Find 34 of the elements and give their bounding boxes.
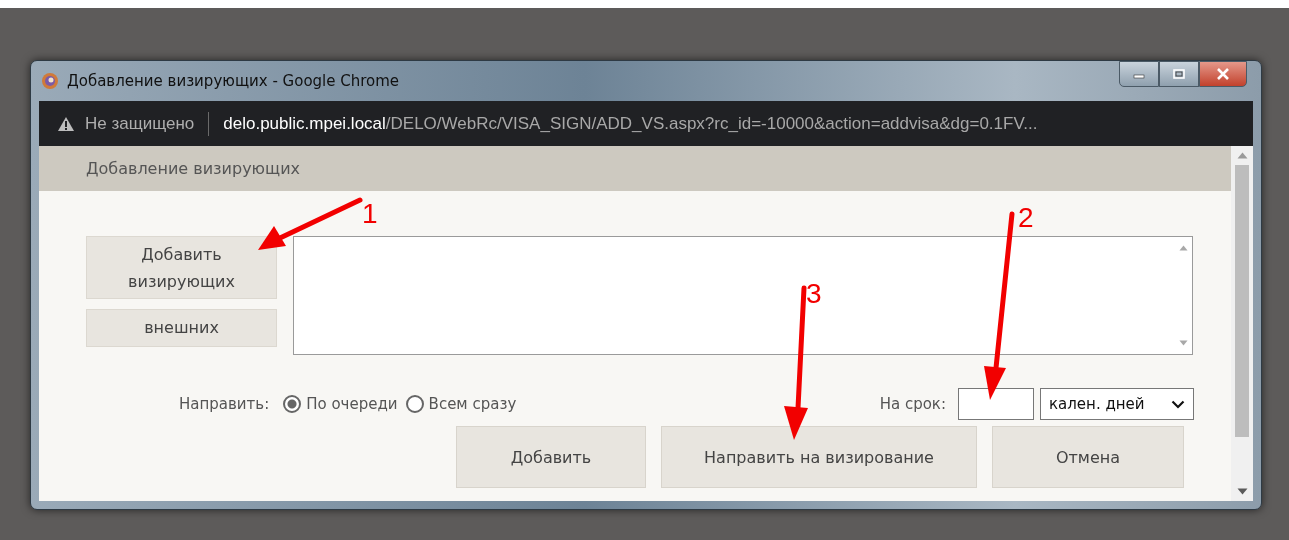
- warning-icon: [57, 115, 75, 132]
- radio-button[interactable]: [405, 395, 424, 413]
- close-button[interactable]: [1199, 61, 1247, 87]
- external-button[interactable]: внешних: [86, 309, 277, 347]
- term-field[interactable]: [958, 388, 1034, 420]
- close-icon: [1216, 68, 1230, 80]
- cancel-button[interactable]: Отмена: [992, 426, 1184, 488]
- add-button[interactable]: Добавить: [456, 426, 646, 488]
- dialog-title: Добавление визирующих: [86, 159, 300, 178]
- url-text[interactable]: delo.public.mpei.local/DELO/WebRc/VISA_SIGN/ADD_VS.aspx?rc_id=-10000&action=addvisa&dg=0.1FV...: [223, 113, 1038, 134]
- send-label: Направить:: [179, 395, 270, 413]
- send-for-approval-button[interactable]: Направить на визирование: [661, 426, 977, 488]
- annotation-number: 3: [806, 280, 822, 308]
- annotation-number: 1: [362, 200, 378, 228]
- scroll-thumb[interactable]: [1235, 165, 1249, 437]
- add-signers-button[interactable]: Добавить визирующих: [86, 236, 277, 299]
- unit-dropdown[interactable]: кален. дней: [1040, 388, 1194, 420]
- maximize-icon: [1173, 69, 1185, 79]
- send-option[interactable]: По очереди: [283, 395, 398, 413]
- window-title: Добавление визирующих - Google Chrome: [67, 72, 400, 90]
- send-option[interactable]: Всем сразу: [405, 395, 517, 413]
- annotation-number: 2: [1018, 204, 1034, 232]
- term-label: На срок:: [879, 395, 946, 413]
- maximize-button[interactable]: [1159, 61, 1199, 87]
- scroll-down-icon: [1179, 340, 1188, 346]
- app-icon: [41, 72, 59, 90]
- scroll-up-icon: [1179, 245, 1188, 251]
- chevron-down-icon: [1171, 399, 1185, 409]
- security-label: Не защищено: [85, 113, 195, 134]
- radio-button[interactable]: [283, 395, 302, 413]
- scrollbar[interactable]: [1231, 146, 1253, 501]
- minimize-button[interactable]: [1119, 61, 1159, 87]
- scroll-down-icon: [1236, 488, 1248, 495]
- scroll-up-icon: [1236, 152, 1248, 159]
